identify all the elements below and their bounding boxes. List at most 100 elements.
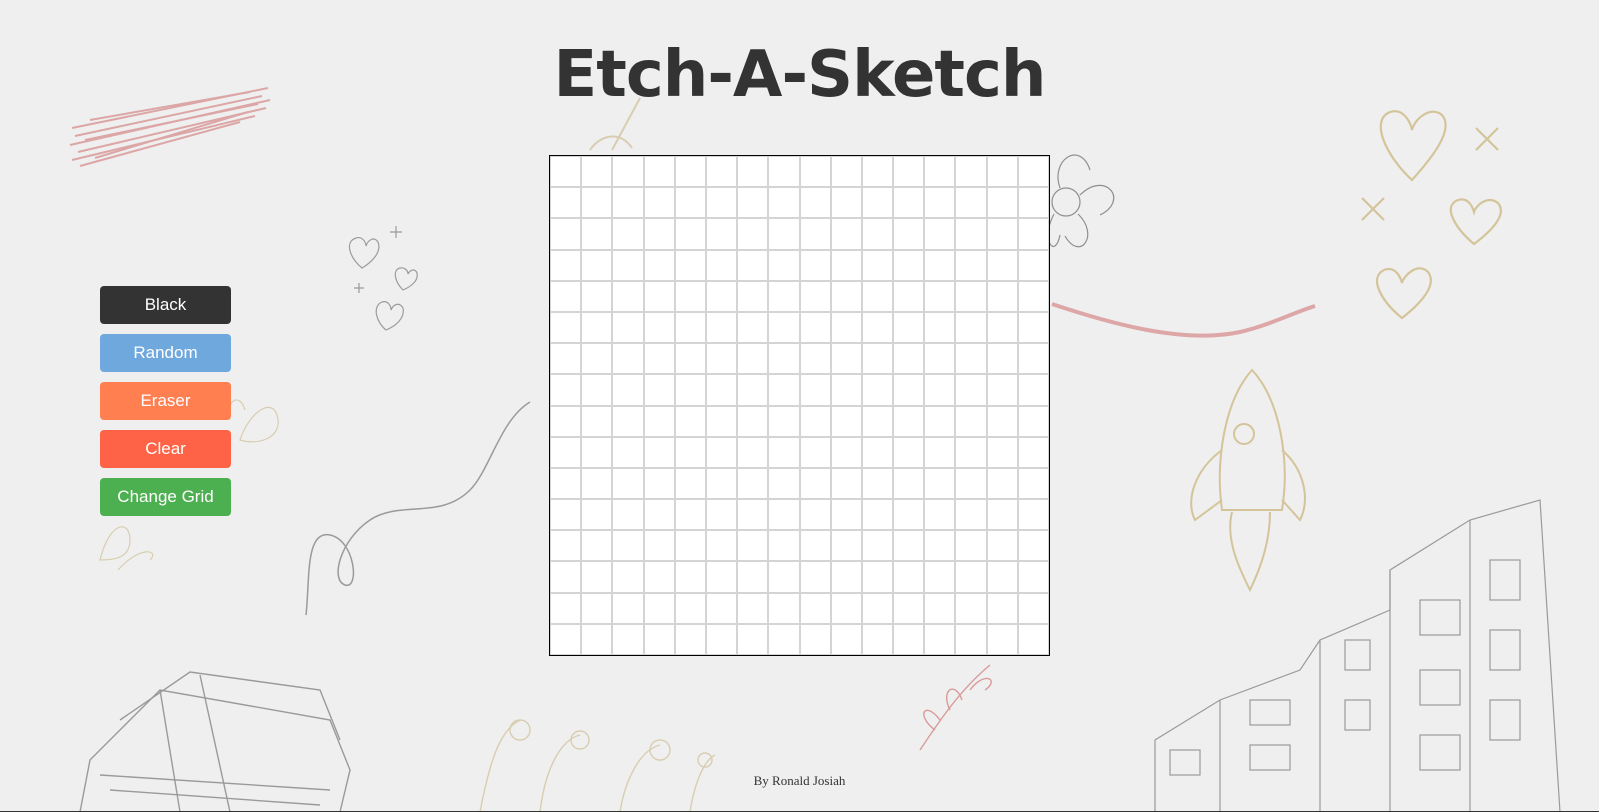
grid-cell[interactable] (643, 592, 675, 624)
grid-cell[interactable] (768, 311, 800, 344)
grid-cell[interactable] (1017, 436, 1049, 468)
grid-cell[interactable] (955, 280, 987, 312)
grid-cell[interactable] (893, 374, 925, 406)
grid-cell[interactable] (893, 623, 925, 655)
grid-cell[interactable] (674, 156, 706, 188)
grid-cell[interactable] (674, 374, 706, 406)
grid-cell[interactable] (705, 280, 738, 312)
grid-cell[interactable] (924, 467, 956, 500)
grid-cell[interactable] (705, 156, 738, 188)
grid-cell[interactable] (612, 623, 644, 655)
grid-cell[interactable] (924, 405, 956, 437)
grid-cell[interactable] (799, 592, 831, 624)
grid-cell[interactable] (643, 374, 675, 406)
grid-cell[interactable] (768, 156, 800, 188)
grid-cell[interactable] (550, 561, 582, 593)
grid-cell[interactable] (799, 623, 831, 655)
grid-cell[interactable] (612, 280, 644, 312)
grid-cell[interactable] (861, 311, 894, 344)
grid-cell[interactable] (705, 623, 738, 655)
grid-cell[interactable] (893, 280, 925, 312)
grid-cell[interactable] (893, 436, 925, 468)
grid-cell[interactable] (924, 249, 956, 281)
grid-cell[interactable] (799, 187, 831, 219)
grid-cell[interactable] (581, 499, 613, 531)
grid-cell[interactable] (737, 187, 769, 219)
grid-cell[interactable] (737, 623, 769, 655)
grid-cell[interactable] (986, 623, 1018, 655)
grid-cell[interactable] (1017, 623, 1049, 655)
grid-cell[interactable] (893, 218, 925, 250)
grid-cell[interactable] (955, 249, 987, 281)
grid-cell[interactable] (674, 343, 706, 375)
clear-button[interactable]: Clear (100, 430, 231, 468)
grid-cell[interactable] (550, 156, 582, 188)
grid-cell[interactable] (643, 623, 675, 655)
grid-cell[interactable] (612, 467, 644, 500)
grid-cell[interactable] (986, 561, 1018, 593)
grid-cell[interactable] (550, 343, 582, 375)
grid-cell[interactable] (643, 156, 675, 188)
grid-cell[interactable] (737, 405, 769, 437)
grid-cell[interactable] (674, 499, 706, 531)
grid-cell[interactable] (799, 374, 831, 406)
grid-cell[interactable] (861, 436, 894, 468)
grid-cell[interactable] (643, 311, 675, 344)
grid-cell[interactable] (893, 592, 925, 624)
grid-cell[interactable] (924, 499, 956, 531)
grid-cell[interactable] (612, 592, 644, 624)
grid-cell[interactable] (612, 561, 644, 593)
grid-cell[interactable] (674, 311, 706, 344)
grid-cell[interactable] (924, 530, 956, 562)
grid-cell[interactable] (612, 311, 644, 344)
grid-cell[interactable] (986, 467, 1018, 500)
grid-cell[interactable] (830, 280, 862, 312)
black-button[interactable]: Black (100, 286, 231, 324)
grid-cell[interactable] (986, 249, 1018, 281)
grid-cell[interactable] (986, 311, 1018, 344)
grid-cell[interactable] (861, 561, 894, 593)
grid-cell[interactable] (861, 499, 894, 531)
grid-cell[interactable] (986, 343, 1018, 375)
grid-cell[interactable] (550, 374, 582, 406)
grid-cell[interactable] (674, 249, 706, 281)
grid-cell[interactable] (581, 249, 613, 281)
grid-cell[interactable] (924, 156, 956, 188)
grid-cell[interactable] (861, 249, 894, 281)
grid-cell[interactable] (1017, 467, 1049, 500)
grid-cell[interactable] (799, 218, 831, 250)
grid-cell[interactable] (674, 187, 706, 219)
grid-cell[interactable] (893, 561, 925, 593)
grid-cell[interactable] (1017, 343, 1049, 375)
grid-cell[interactable] (955, 499, 987, 531)
grid-cell[interactable] (830, 530, 862, 562)
grid-cell[interactable] (768, 623, 800, 655)
grid-cell[interactable] (893, 343, 925, 375)
grid-cell[interactable] (705, 561, 738, 593)
grid-cell[interactable] (581, 218, 613, 250)
grid-cell[interactable] (986, 280, 1018, 312)
grid-cell[interactable] (861, 218, 894, 250)
grid-cell[interactable] (768, 218, 800, 250)
grid-cell[interactable] (924, 623, 956, 655)
grid-cell[interactable] (986, 436, 1018, 468)
grid-cell[interactable] (1017, 280, 1049, 312)
grid-cell[interactable] (861, 405, 894, 437)
grid-cell[interactable] (799, 530, 831, 562)
grid-cell[interactable] (924, 343, 956, 375)
grid-cell[interactable] (861, 467, 894, 500)
grid-cell[interactable] (768, 592, 800, 624)
grid-cell[interactable] (705, 530, 738, 562)
grid-cell[interactable] (924, 374, 956, 406)
grid-cell[interactable] (830, 467, 862, 500)
grid-cell[interactable] (581, 623, 613, 655)
grid-cell[interactable] (986, 187, 1018, 219)
grid-cell[interactable] (737, 280, 769, 312)
grid-cell[interactable] (768, 249, 800, 281)
grid-cell[interactable] (986, 218, 1018, 250)
grid-cell[interactable] (830, 311, 862, 344)
grid-cell[interactable] (737, 374, 769, 406)
grid-cell[interactable] (705, 374, 738, 406)
grid-cell[interactable] (955, 592, 987, 624)
grid-cell[interactable] (581, 156, 613, 188)
